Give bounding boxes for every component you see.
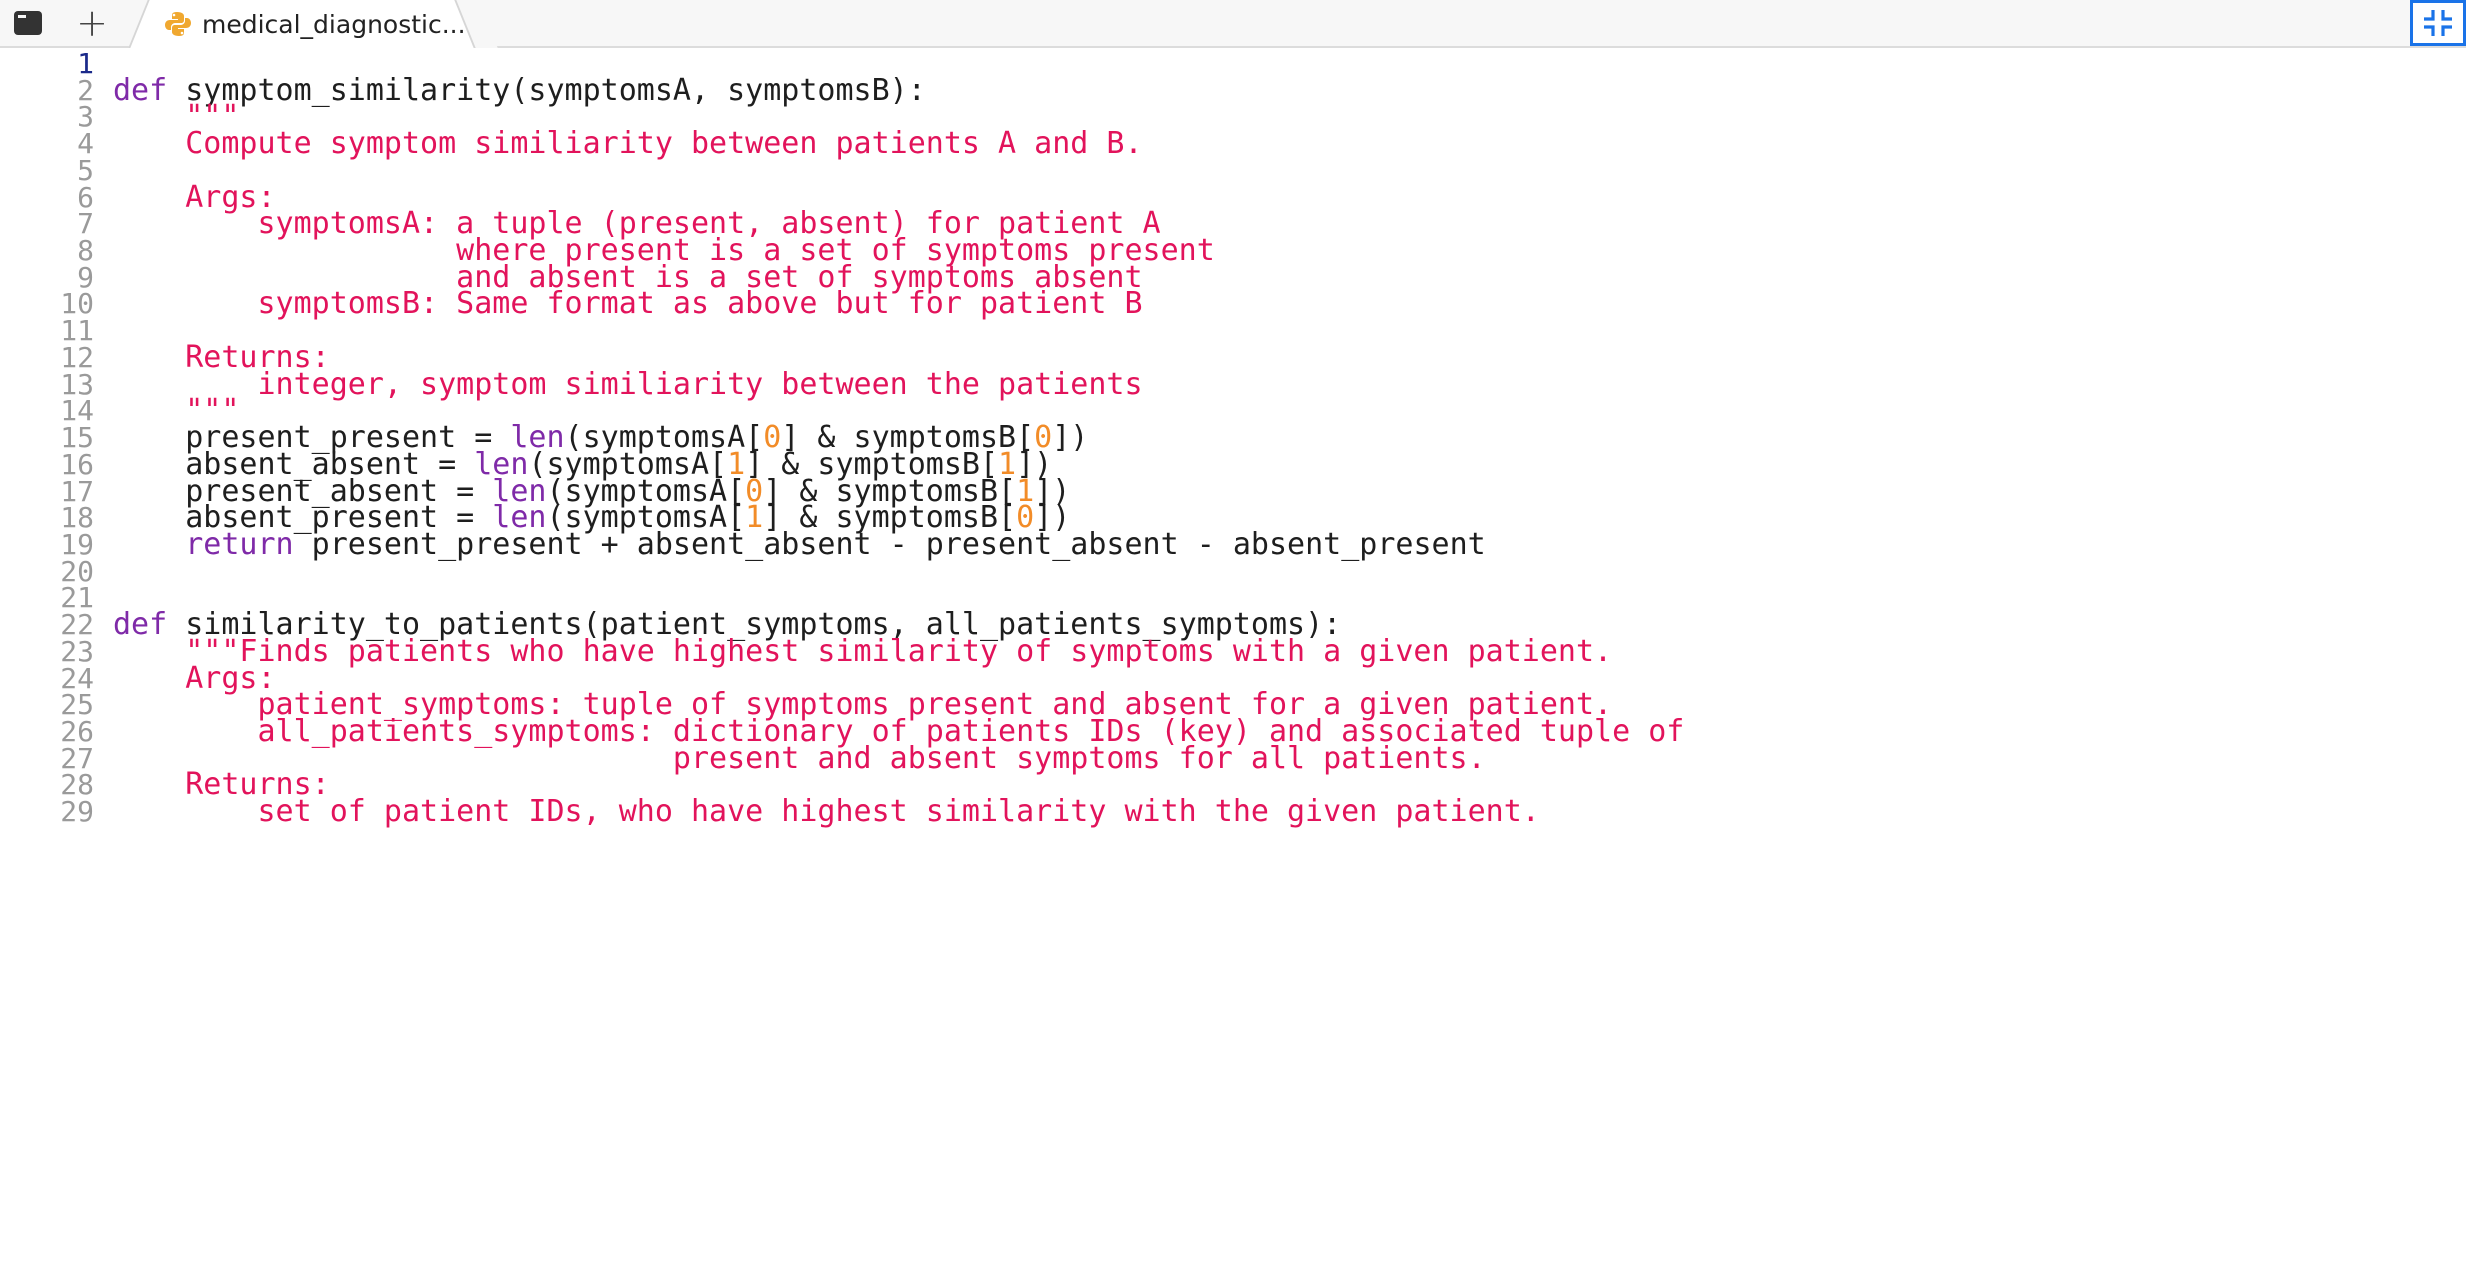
line-number: 29 <box>60 795 94 829</box>
tab-medical-diagnostic[interactable]: medical_diagnostic.... <box>150 0 476 48</box>
code-text: set of patient IDs, who have highest sim… <box>113 791 1540 833</box>
new-tab-button[interactable]: + <box>70 0 114 46</box>
tab-title: medical_diagnostic.... <box>202 9 474 39</box>
terminal-icon[interactable] <box>10 0 46 46</box>
code-line[interactable]: 29 set of patient IDs, who have highest … <box>0 791 2466 833</box>
collapse-icon[interactable] <box>2410 0 2466 46</box>
code-editor[interactable]: 1 2 def symptom_similarity(symptomsA, symp… <box>0 52 2466 1280</box>
python-file-icon <box>165 12 191 36</box>
code-token: set of patient IDs, who have highest sim… <box>113 794 1540 830</box>
tab-bar: + medical_diagnostic.... <box>0 0 2466 48</box>
